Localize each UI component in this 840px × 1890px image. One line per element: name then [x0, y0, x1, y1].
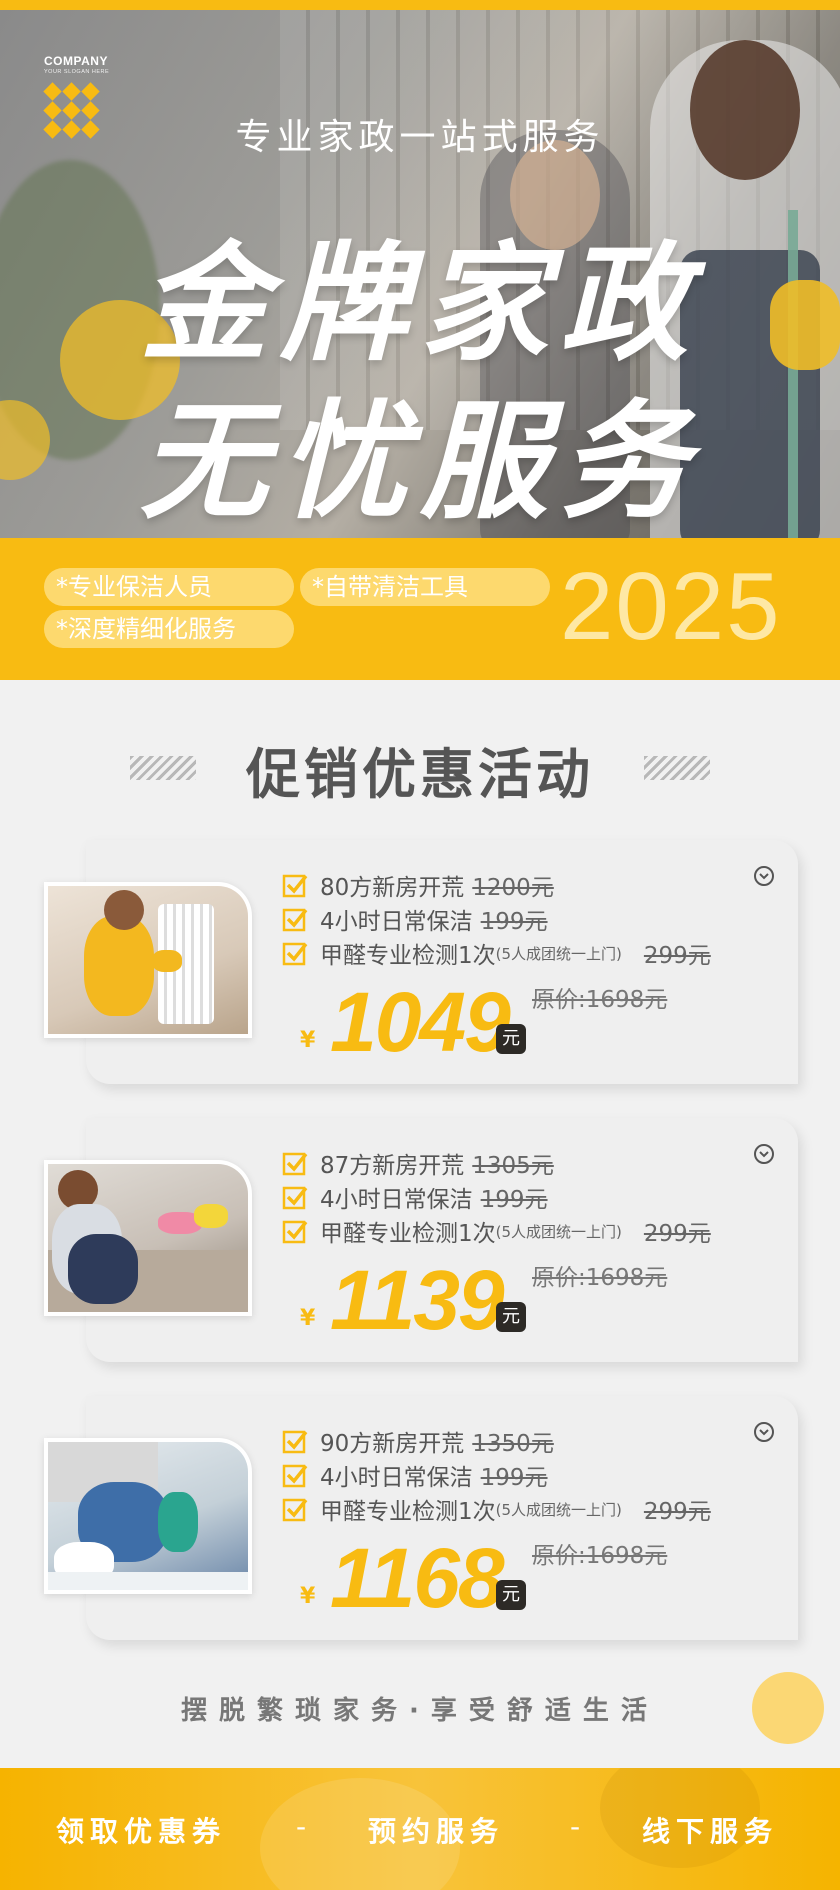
- hero-banner: COMPANY YOUR SLOGAN HERE 专业家政一站式服务 金牌家政 …: [0, 10, 840, 538]
- feature-band: *专业保洁人员 *自带清洁工具 *深度精细化服务 2025: [0, 538, 840, 680]
- list-item: 甲醛专业检测1次 (5人成团统一上门) 299元: [282, 936, 802, 970]
- checkmark-icon: [282, 872, 308, 898]
- list-item: 87方新房开荒 1305元: [282, 1146, 802, 1180]
- list-item: 4小时日常保洁 199元: [282, 902, 802, 936]
- book-service-button[interactable]: 预约服务: [368, 1810, 504, 1850]
- list-item: 90方新房开荒 1350元: [282, 1424, 802, 1458]
- list-item: 4小时日常保洁 199元: [282, 1180, 802, 1214]
- package-photo: [44, 882, 252, 1038]
- decor-stripes-right: [644, 756, 710, 780]
- list-item: 甲醛专业检测1次 (5人成团统一上门) 299元: [282, 1492, 802, 1526]
- hero-subtitle: 专业家政一站式服务: [235, 117, 605, 158]
- price-unit: 元: [496, 1024, 526, 1054]
- hero-title-line2: 无忧服务: [139, 388, 700, 537]
- list-item: 80方新房开荒 1200元: [282, 868, 802, 902]
- package-photo: [44, 1438, 252, 1594]
- original-price: 原价:1698元: [532, 1543, 668, 1569]
- get-coupon-button[interactable]: 领取优惠券: [56, 1810, 226, 1850]
- checkmark-icon: [282, 1150, 308, 1176]
- feature-pill: *专业保洁人员: [44, 568, 294, 606]
- footer-slogan: 摆脱繁琐家务·享受舒适生活: [181, 1696, 659, 1726]
- list-item: 甲醛专业检测1次 (5人成团统一上门) 299元: [282, 1214, 802, 1248]
- currency-symbol: ¥: [300, 1028, 316, 1053]
- package-items: 90方新房开荒 1350元 4小时日常保洁 199元 甲醛专业检测1次 (5人成团统一…: [282, 1424, 802, 1526]
- checkmark-icon: [282, 940, 308, 966]
- checkmark-icon: [282, 1462, 308, 1488]
- package-price: 1049: [330, 975, 511, 1069]
- package-items: 80方新房开荒 1200元 4小时日常保洁 199元 甲醛专业检测1次 (5人成团统一…: [282, 868, 802, 970]
- checkmark-icon: [282, 1428, 308, 1454]
- checkmark-icon: [282, 1496, 308, 1522]
- year-label: 2025: [560, 553, 782, 660]
- currency-symbol: ¥: [300, 1584, 316, 1609]
- price-unit: 元: [496, 1580, 526, 1610]
- price-unit: 元: [496, 1302, 526, 1332]
- checkmark-icon: [282, 1218, 308, 1244]
- original-price: 原价:1698元: [532, 987, 668, 1013]
- action-bar: 领取优惠券 - 预约服务 - 线下服务: [0, 1768, 840, 1890]
- top-accent-strip: [0, 0, 840, 10]
- feature-pill: *自带清洁工具: [300, 568, 550, 606]
- action-separator: -: [570, 1810, 581, 1843]
- feature-pill: *深度精细化服务: [44, 610, 294, 648]
- company-name: COMPANY: [44, 54, 108, 68]
- action-separator: -: [296, 1810, 307, 1843]
- package-photo: [44, 1160, 252, 1316]
- checkmark-icon: [282, 906, 308, 932]
- company-slogan: YOUR SLOGAN HERE: [44, 69, 110, 75]
- promo-title: 促销优惠活动: [246, 743, 594, 806]
- checkmark-icon: [282, 1184, 308, 1210]
- currency-symbol: ¥: [300, 1306, 316, 1331]
- list-item: 4小时日常保洁 199元: [282, 1458, 802, 1492]
- original-price: 原价:1698元: [532, 1265, 668, 1291]
- package-price: 1139: [330, 1253, 505, 1347]
- offline-service-button[interactable]: 线下服务: [642, 1810, 778, 1850]
- package-price: 1168: [330, 1531, 505, 1625]
- package-items: 87方新房开荒 1305元 4小时日常保洁 199元 甲醛专业检测1次 (5人成团统一…: [282, 1146, 802, 1248]
